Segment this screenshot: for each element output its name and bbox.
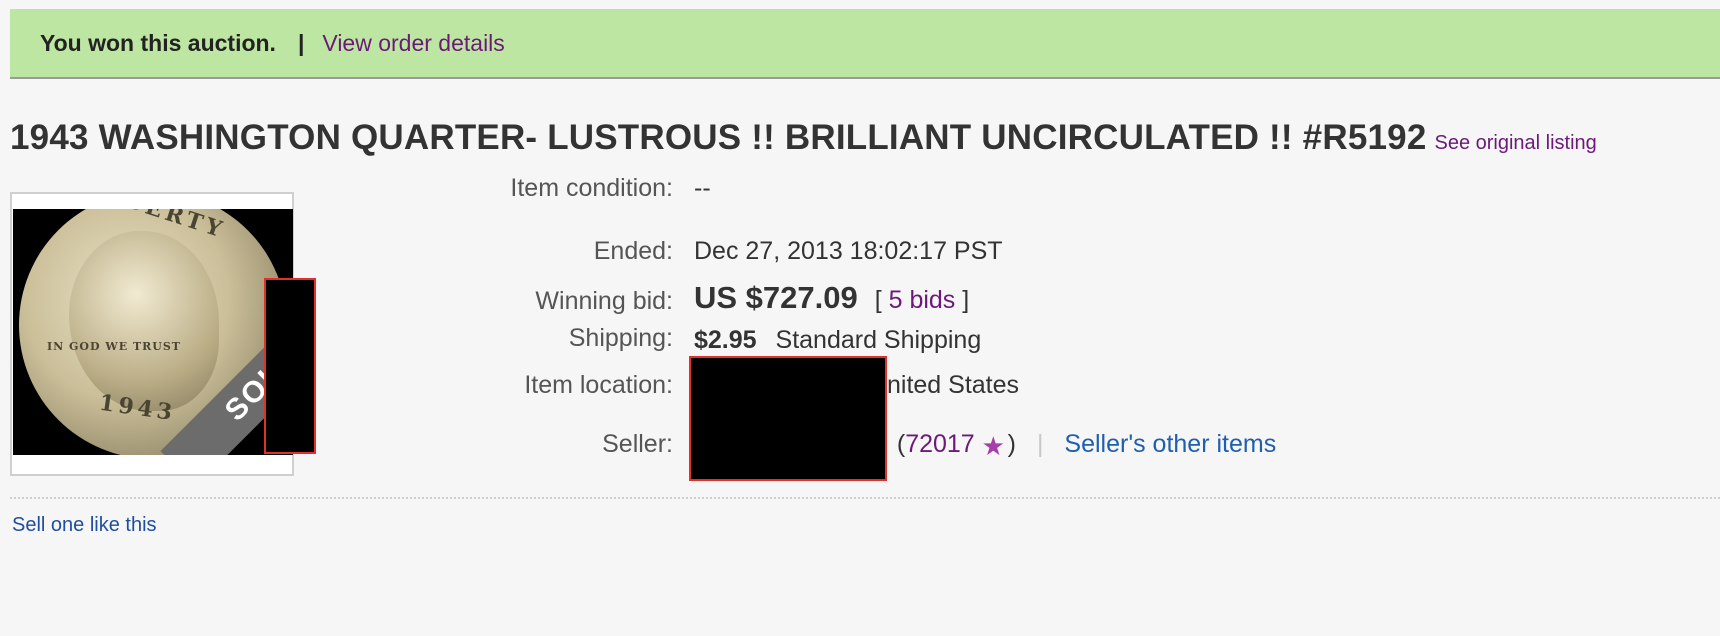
- feedback-star-icon: ★: [981, 431, 1005, 461]
- shipping-row: $2.95 Standard Shipping: [694, 326, 981, 355]
- winning-bid-label: Winning bid:: [535, 287, 673, 315]
- feedback-close-paren: ): [1007, 430, 1016, 458]
- location-label: Item location:: [524, 371, 673, 399]
- view-order-details-link[interactable]: View order details: [322, 30, 504, 57]
- item-photo-image: LIBERTY IN GOD WE TRUST 1943 SOLD: [13, 209, 293, 455]
- location-value: nited States: [887, 371, 1020, 399]
- seller-divider: |: [1036, 430, 1044, 458]
- seller-feedback-score[interactable]: 72017: [905, 430, 975, 458]
- washington-portrait: [69, 231, 219, 411]
- status-banner: You won this auction. | View order detai…: [10, 9, 1720, 79]
- shipping-method: Standard Shipping: [775, 326, 982, 354]
- redaction-box: [689, 356, 887, 481]
- feedback-open-paren: (: [896, 430, 906, 458]
- see-original-listing-link[interactable]: See original listing: [1434, 132, 1596, 155]
- condition-label: Item condition:: [510, 174, 673, 202]
- bid-history-link[interactable]: 5 bids: [889, 286, 956, 314]
- ended-label: Ended:: [593, 237, 673, 265]
- winning-bid-row: US $727.09 [ 5 bids ]: [694, 280, 969, 316]
- item-photo[interactable]: LIBERTY IN GOD WE TRUST 1943 SOLD: [10, 192, 294, 476]
- listing-title-row: 1943 WASHINGTON QUARTER- LUSTROUS !! BRI…: [10, 118, 1710, 158]
- listing-title: 1943 WASHINGTON QUARTER- LUSTROUS !! BRI…: [10, 118, 1427, 157]
- condition-value: --: [694, 174, 711, 202]
- sell-one-like-this-link[interactable]: Sell one like this: [12, 514, 157, 537]
- ended-value: Dec 27, 2013 18:02:17 PST: [694, 237, 1003, 265]
- coin-motto-text: IN GOD WE TRUST: [47, 340, 181, 353]
- bids-close-bracket: ]: [962, 286, 970, 314]
- redaction-box: [264, 278, 316, 454]
- shipping-label: Shipping:: [568, 324, 673, 352]
- seller-row: a (72017 ★) | Seller's other items: [872, 430, 1276, 459]
- seller-other-items-link[interactable]: Seller's other items: [1064, 430, 1276, 458]
- seller-label: Seller:: [602, 430, 673, 458]
- auction-won-message: You won this auction.: [40, 29, 276, 56]
- banner-separator: |: [297, 29, 305, 56]
- bids-open-bracket: [: [874, 286, 882, 314]
- section-divider: [10, 497, 1720, 499]
- winning-bid-price: US $727.09: [694, 280, 858, 315]
- shipping-price: $2.95: [694, 326, 757, 354]
